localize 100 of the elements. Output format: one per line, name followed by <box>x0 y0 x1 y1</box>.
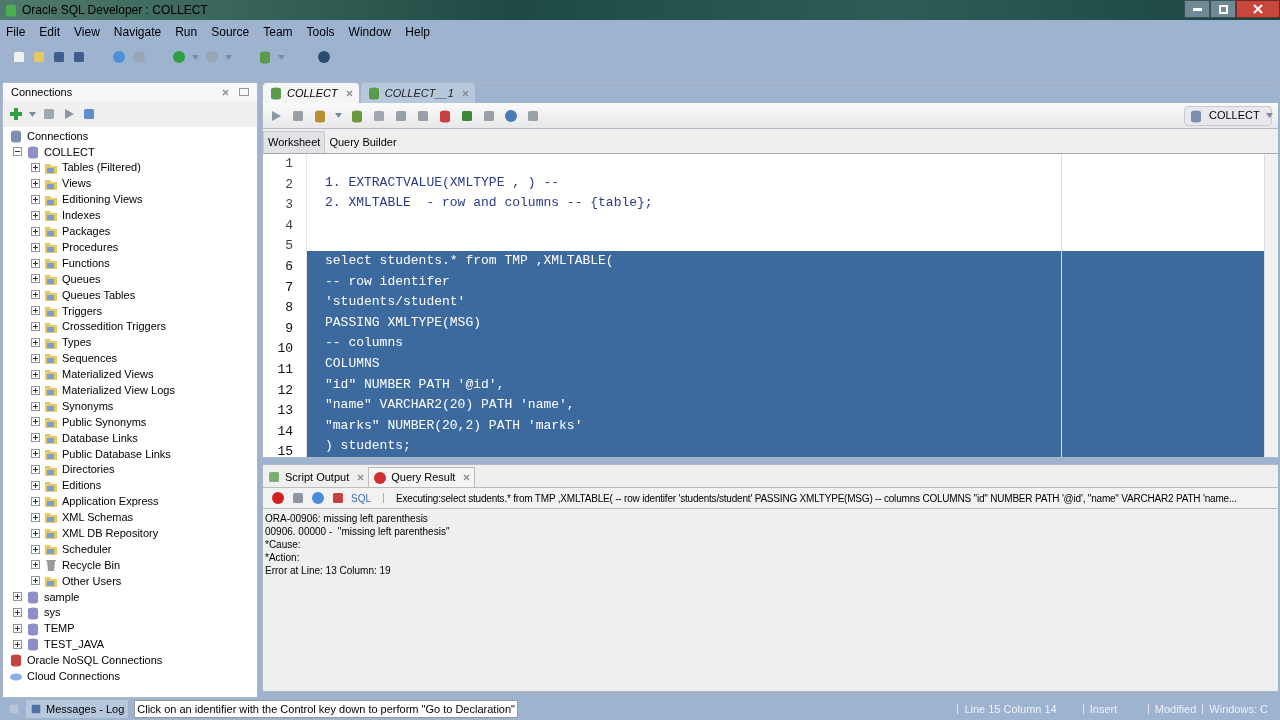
tree-item[interactable]: Connections <box>27 127 89 145</box>
expand-icon[interactable] <box>31 179 40 189</box>
menu-item[interactable]: Navigate <box>113 23 162 41</box>
close-icon[interactable] <box>345 89 353 97</box>
tree-item[interactable]: Materialized Views <box>62 366 154 383</box>
tree-item[interactable]: TEMP <box>44 620 75 637</box>
tree-item[interactable]: Synonyms <box>62 397 114 415</box>
tree-item[interactable]: Tables (Filtered) <box>62 159 141 176</box>
tree-item[interactable]: Cloud Connections <box>27 668 120 685</box>
tree-item[interactable]: Scheduler <box>62 540 112 558</box>
tree-item[interactable]: Indexes <box>62 207 101 224</box>
expand-icon[interactable] <box>31 369 40 379</box>
menu-item[interactable]: File <box>6 23 26 41</box>
expand-icon[interactable] <box>31 576 40 586</box>
minimize-icon[interactable] <box>239 88 249 96</box>
expand-icon[interactable] <box>13 592 22 602</box>
expand-icon[interactable] <box>31 401 40 411</box>
expand-icon[interactable] <box>31 274 40 284</box>
expand-icon[interactable] <box>31 528 40 538</box>
tree-item[interactable]: Functions <box>62 254 110 272</box>
expand-icon[interactable] <box>31 226 40 236</box>
expand-icon[interactable] <box>31 385 40 395</box>
tree-item[interactable]: Editions <box>62 477 102 494</box>
tree-item[interactable]: Public Synonyms <box>62 413 147 431</box>
output-tab[interactable]: Script Output <box>263 467 369 487</box>
expand-icon[interactable] <box>31 449 40 459</box>
add-icon[interactable] <box>9 107 23 121</box>
tree-item[interactable]: sys <box>44 604 61 621</box>
menu-item[interactable]: Source <box>211 23 250 41</box>
restore-button[interactable] <box>1210 0 1236 18</box>
expand-icon[interactable] <box>31 544 40 554</box>
sql-link[interactable]: SQL <box>351 490 371 506</box>
expand-icon[interactable] <box>31 306 40 316</box>
expand-icon[interactable] <box>31 290 40 300</box>
tree-item[interactable]: Oracle NoSQL Connections <box>27 652 163 669</box>
expand-icon[interactable] <box>31 560 40 570</box>
menu-item[interactable]: Edit <box>39 23 61 41</box>
minimize-button[interactable] <box>1184 0 1210 18</box>
tree-item[interactable]: Application Express <box>62 493 159 510</box>
code-editor[interactable] <box>263 153 1278 457</box>
tree-item[interactable]: Types <box>62 334 92 351</box>
messages-tab[interactable]: Messages - Log <box>26 700 129 718</box>
editor-tab[interactable]: COLLECT <box>263 83 359 103</box>
tree-item[interactable]: Crossedition Triggers <box>62 318 166 335</box>
tree-item[interactable]: sample <box>44 588 80 606</box>
editor-tab[interactable]: COLLECT__1 <box>360 83 475 103</box>
expand-icon[interactable] <box>31 210 40 220</box>
expand-icon[interactable] <box>31 163 40 173</box>
menu-item[interactable]: Team <box>263 23 293 41</box>
tree-item[interactable]: XML DB Repository <box>62 524 159 542</box>
tree-item[interactable]: Procedures <box>62 238 119 256</box>
tree-item[interactable]: Other Users <box>62 572 122 590</box>
tree-item[interactable]: Recycle Bin <box>62 556 121 574</box>
expand-icon[interactable] <box>13 608 22 618</box>
caret-icon[interactable] <box>335 113 342 118</box>
close-icon[interactable] <box>463 474 471 481</box>
close-icon[interactable] <box>222 88 229 96</box>
tree-item[interactable]: TEST_JAVA <box>44 636 105 653</box>
caret-icon[interactable] <box>1265 113 1273 118</box>
menu-item[interactable]: Window <box>348 23 392 41</box>
expand-icon[interactable] <box>13 624 22 634</box>
caret-icon[interactable] <box>29 111 36 117</box>
tree-item[interactable]: Views <box>62 175 92 192</box>
tree-item[interactable]: Sequences <box>62 350 118 367</box>
connection-selector[interactable]: COLLECT <box>1184 105 1272 126</box>
tree-item[interactable]: Directories <box>62 461 115 478</box>
tree-item[interactable]: Packages <box>62 223 111 240</box>
tree-item[interactable]: Queues <box>62 270 101 288</box>
expand-icon[interactable] <box>31 417 40 427</box>
collapse-icon[interactable] <box>13 147 22 157</box>
run-icon[interactable] <box>269 108 283 123</box>
menu-item[interactable]: Run <box>175 23 198 41</box>
tree-item[interactable]: Public Database Links <box>62 445 171 462</box>
expand-icon[interactable] <box>31 195 40 204</box>
tree-item[interactable]: Triggers <box>62 302 102 319</box>
tree-item[interactable]: COLLECT <box>44 143 95 161</box>
close-button[interactable] <box>1236 0 1280 18</box>
menu-item[interactable]: Tools <box>306 23 335 41</box>
expand-icon[interactable] <box>31 496 40 506</box>
menu-item[interactable]: Help <box>405 23 430 41</box>
expand-icon[interactable] <box>31 465 40 475</box>
close-icon[interactable] <box>357 473 365 481</box>
tree-item[interactable]: XML Schemas <box>62 509 134 526</box>
tree-item[interactable]: Database Links <box>62 429 138 447</box>
menu-item[interactable]: View <box>74 23 100 41</box>
worksheet-tab[interactable]: Worksheet <box>263 131 326 153</box>
expand-icon[interactable] <box>31 512 40 522</box>
tree-item[interactable]: Materialized View Logs <box>62 381 175 399</box>
expand-icon[interactable] <box>31 258 40 268</box>
expand-icon[interactable] <box>31 481 40 491</box>
tree-item[interactable]: Queues Tables <box>62 286 136 304</box>
expand-icon[interactable] <box>13 639 22 649</box>
tree-item[interactable]: Editioning Views <box>62 191 143 208</box>
worksheet-tab[interactable]: Query Builder <box>325 131 401 153</box>
expand-icon[interactable] <box>31 322 40 332</box>
expand-icon[interactable] <box>31 433 40 443</box>
expand-icon[interactable] <box>31 338 40 347</box>
expand-icon[interactable] <box>31 353 40 363</box>
output-tab[interactable]: Query Result <box>368 467 476 487</box>
expand-icon[interactable] <box>31 242 40 252</box>
